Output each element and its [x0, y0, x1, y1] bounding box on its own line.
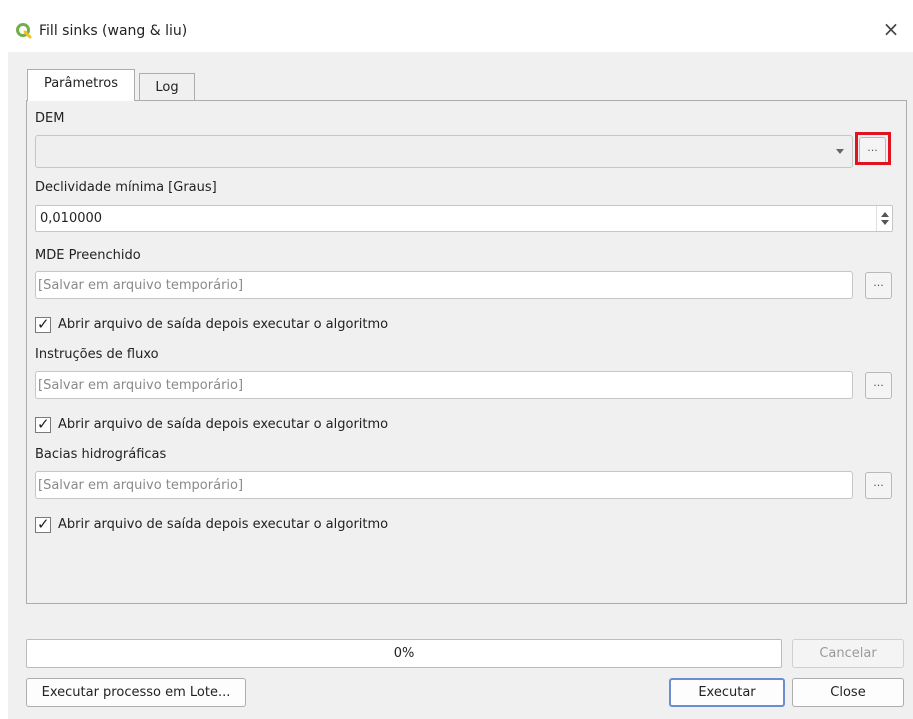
- spin-up-icon[interactable]: [881, 212, 889, 217]
- window-title: Fill sinks (wang & liu): [39, 23, 188, 39]
- batch-run-button[interactable]: Executar processo em Lote...: [26, 678, 246, 707]
- title-bar: Fill sinks (wang & liu) ×: [0, 10, 913, 50]
- highlight-box: [855, 132, 891, 165]
- filled-browse-button[interactable]: ...: [865, 272, 892, 299]
- tab-parametros[interactable]: Parâmetros: [27, 69, 135, 101]
- flow-open-label: Abrir arquivo de saída depois executar o…: [58, 417, 389, 432]
- basins-placeholder: [Salvar em arquivo temporário]: [38, 478, 244, 493]
- basins-browse-button[interactable]: ...: [865, 472, 892, 499]
- basins-output-field[interactable]: [Salvar em arquivo temporário]: [35, 471, 853, 499]
- filled-output-field[interactable]: [Salvar em arquivo temporário]: [35, 271, 853, 299]
- checkmark-icon: ✓: [37, 515, 50, 533]
- slope-label: Declividade mínima [Graus]: [35, 180, 217, 195]
- basins-open-checkbox[interactable]: ✓: [35, 515, 51, 533]
- filled-label: MDE Preenchido: [35, 248, 141, 263]
- close-button[interactable]: Close: [792, 678, 904, 707]
- top-strip: [0, 0, 913, 8]
- flow-label: Instruções de fluxo: [35, 347, 159, 362]
- dialog-body: Parâmetros Log DEM ... Declividade mínim…: [8, 52, 913, 719]
- filled-open-checkbox[interactable]: ✓: [35, 315, 51, 333]
- chevron-down-icon: [836, 149, 844, 154]
- checkmark-icon: ✓: [37, 315, 50, 333]
- basins-label: Bacias hidrográficas: [35, 447, 167, 462]
- tab-log[interactable]: Log: [139, 73, 195, 100]
- dem-combobox[interactable]: [35, 135, 853, 168]
- progress-bar: 0%: [26, 639, 782, 668]
- spin-down-icon[interactable]: [881, 220, 889, 225]
- parameters-panel: DEM ... Declividade mínima [Graus] 0,010…: [26, 100, 907, 604]
- close-icon[interactable]: ×: [878, 18, 904, 42]
- slope-value: 0,010000: [40, 211, 103, 226]
- flow-output-field[interactable]: [Salvar em arquivo temporário]: [35, 371, 853, 399]
- filled-open-label: Abrir arquivo de saída depois executar o…: [58, 317, 389, 332]
- spin-arrows[interactable]: [876, 206, 892, 231]
- flow-placeholder: [Salvar em arquivo temporário]: [38, 378, 244, 393]
- flow-browse-button[interactable]: ...: [865, 372, 892, 399]
- cancel-button[interactable]: Cancelar: [792, 639, 904, 668]
- qgis-logo-icon: [16, 23, 32, 39]
- basins-open-label: Abrir arquivo de saída depois executar o…: [58, 517, 389, 532]
- filled-placeholder: [Salvar em arquivo temporário]: [38, 278, 244, 293]
- checkmark-icon: ✓: [37, 415, 50, 433]
- run-button[interactable]: Executar: [669, 678, 785, 707]
- flow-open-checkbox[interactable]: ✓: [35, 415, 51, 433]
- slope-spinbox[interactable]: 0,010000: [35, 205, 893, 232]
- dem-label: DEM: [35, 111, 65, 126]
